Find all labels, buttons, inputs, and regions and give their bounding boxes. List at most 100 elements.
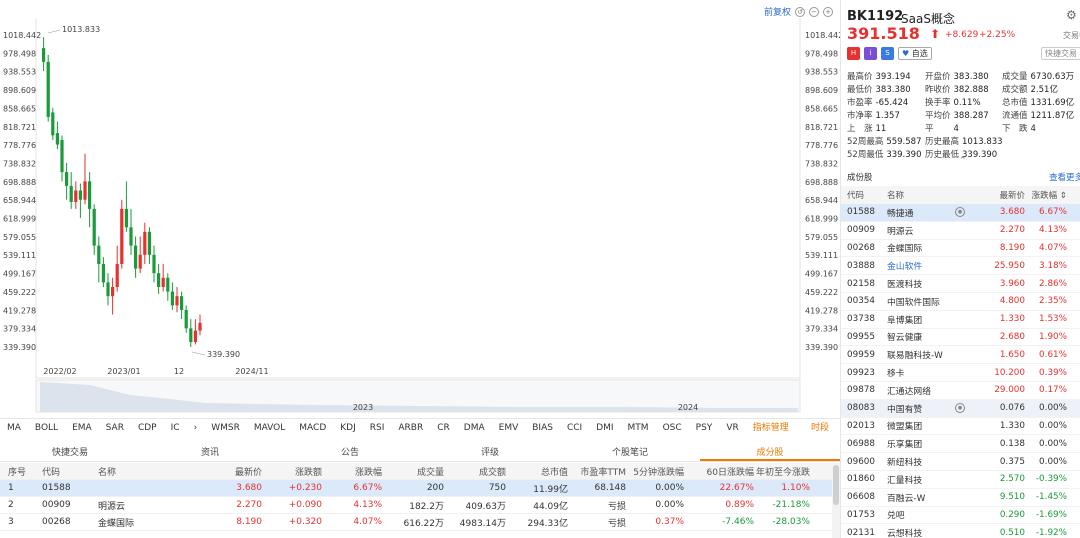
list-item[interactable]: 06608 百融云-W 9.510 -1.45% bbox=[841, 489, 1080, 507]
component-price: 0.076 bbox=[999, 403, 1025, 414]
indicator-tab-rsi[interactable]: RSI bbox=[363, 419, 392, 437]
detail-icon[interactable]: ● bbox=[955, 207, 965, 217]
list-item[interactable]: 02131 云想科技 0.510 -1.92% bbox=[841, 524, 1080, 538]
list-item[interactable]: 00268 金蝶国际 8.190 4.07% bbox=[841, 240, 1080, 258]
indicator-tab-psy[interactable]: PSY bbox=[689, 419, 720, 437]
column-header[interactable]: 成交量 bbox=[382, 465, 444, 478]
indicator-tab-ic[interactable]: IC bbox=[164, 419, 187, 437]
header-pct[interactable]: 涨跌幅 ⇕ bbox=[1025, 189, 1073, 201]
list-item[interactable]: 00354 中国软件国际 4.800 2.35% bbox=[841, 293, 1080, 311]
column-header[interactable]: 市盈率TTM bbox=[568, 465, 626, 478]
indicator-tab-sar[interactable]: SAR bbox=[99, 419, 131, 437]
list-item[interactable]: 01753 兑吧 0.290 -1.69% bbox=[841, 507, 1080, 525]
table-row[interactable]: 2 00909 明源云 2.270 +0.090 4.13% 182.2万 409.63万 44… bbox=[0, 497, 832, 514]
list-item[interactable]: 03888 金山软件 25.950 3.18% bbox=[841, 257, 1080, 276]
column-header[interactable]: 名称 bbox=[94, 465, 194, 478]
zoom-out-icon[interactable]: − bbox=[809, 6, 820, 17]
y-tick-label-left: 579.055 bbox=[3, 233, 36, 242]
list-item[interactable]: 06988 乐享集团 0.138 0.00% bbox=[841, 435, 1080, 454]
header-code[interactable]: 代码 bbox=[841, 189, 887, 201]
column-header[interactable]: 总市值 bbox=[506, 465, 568, 478]
stat-cell: 成交额 2.51亿 bbox=[1002, 83, 1080, 95]
indicator-scroll-icon[interactable]: › bbox=[187, 419, 205, 437]
restore-adjust-button[interactable]: 前复权 bbox=[764, 5, 791, 18]
stat-value: 1013.833 bbox=[962, 136, 1003, 147]
list-item[interactable]: 09923 移卡 10.200 0.39% bbox=[841, 364, 1080, 382]
bottom-tab-2[interactable]: 公告 bbox=[280, 445, 420, 461]
column-header[interactable]: 成交额 bbox=[444, 465, 506, 478]
indicator-tab-ema[interactable]: EMA bbox=[65, 419, 99, 437]
list-item[interactable]: 09600 新纽科技 0.375 0.00% bbox=[841, 453, 1080, 471]
indicator-tab-bias[interactable]: BIAS bbox=[525, 419, 560, 437]
indicator-tab-cr[interactable]: CR bbox=[430, 419, 457, 437]
list-item[interactable]: 03738 阜博集团 1.330 1.53% bbox=[841, 311, 1080, 329]
indicator-tab-ma[interactable]: MA bbox=[0, 419, 28, 437]
table-scrollbar[interactable] bbox=[832, 463, 840, 538]
table-row[interactable]: 3 00268 金蝶国际 8.190 +0.320 4.07% 616.22万 4983.14… bbox=[0, 514, 832, 531]
indicator-tab-boll[interactable]: BOLL bbox=[28, 419, 65, 437]
column-header[interactable]: 最新价 bbox=[194, 465, 262, 478]
column-header[interactable]: 年初至今涨跌 bbox=[754, 465, 814, 478]
component-name: 阜博集团 bbox=[887, 315, 923, 326]
list-item[interactable]: 09959 联易融科技-W 1.650 0.61% bbox=[841, 346, 1080, 365]
table-cell: 3.680 bbox=[236, 483, 262, 493]
share-icon[interactable]: S bbox=[881, 47, 894, 60]
gear-icon[interactable]: ⚙ bbox=[1066, 8, 1077, 22]
bottom-tab-3[interactable]: 评级 bbox=[420, 445, 560, 461]
indicator-manage-button[interactable]: 指标管理 bbox=[746, 419, 796, 437]
list-item[interactable]: 09878 汇通达网络 29.000 0.17% bbox=[841, 382, 1080, 400]
list-item[interactable]: 09955 智云健康 2.680 1.90% bbox=[841, 329, 1080, 347]
period-button[interactable]: 时段 bbox=[804, 419, 836, 437]
stat-cell bbox=[1002, 149, 1080, 159]
indicator-tab-macd[interactable]: MACD bbox=[292, 419, 333, 437]
indicator-tab-arbr[interactable]: ARBR bbox=[391, 419, 430, 437]
indicator-tab-mtm[interactable]: MTM bbox=[621, 419, 656, 437]
undo-icon[interactable]: ↺ bbox=[795, 6, 806, 17]
info-icon[interactable]: i bbox=[864, 47, 877, 60]
header-price[interactable]: 最新价 bbox=[985, 189, 1025, 201]
bottom-tab-1[interactable]: 资讯 bbox=[140, 445, 280, 461]
indicator-tab-cdp[interactable]: CDP bbox=[131, 419, 164, 437]
components-more-link[interactable]: 查看更多 bbox=[1049, 171, 1080, 183]
collapse-icon[interactable]: ⌃ bbox=[959, 156, 967, 166]
header-name[interactable]: 名称 bbox=[887, 189, 985, 201]
indicator-tab-mavol[interactable]: MAVOL bbox=[247, 419, 292, 437]
indicator-tab-emv[interactable]: EMV bbox=[492, 419, 526, 437]
component-pct: 4.13% bbox=[1039, 225, 1067, 236]
stat-cell: 总市值 1331.69亿 bbox=[1002, 96, 1080, 108]
zoom-in-icon[interactable]: + bbox=[823, 6, 834, 17]
component-code: 08083 bbox=[847, 403, 875, 414]
stat-value: 6730.63万 bbox=[1030, 71, 1075, 82]
indicator-tab-osc[interactable]: OSC bbox=[656, 419, 689, 437]
add-favorite-button[interactable]: ♥ 自选 bbox=[898, 47, 932, 60]
table-row[interactable]: 101588●3.680+0.2306.67%20075011.99亿68.14… bbox=[0, 480, 832, 497]
list-item[interactable]: 02013 微盟集团 1.330 0.00% bbox=[841, 418, 1080, 436]
column-header[interactable]: 序号 bbox=[0, 465, 38, 478]
bottom-tab-4[interactable]: 个股笔记 bbox=[560, 445, 700, 461]
bottom-tab-0[interactable]: 快捷交易 bbox=[0, 445, 140, 461]
detail-icon[interactable]: ● bbox=[955, 402, 965, 413]
indicator-tab-kdj[interactable]: KDJ bbox=[333, 419, 363, 437]
kline-chart-area[interactable]: 1018.442 1018.442 978.498 978.498 938.553 938… bbox=[0, 0, 840, 413]
bottom-tab-5[interactable]: 成分股 bbox=[700, 445, 840, 461]
candle-body bbox=[88, 181, 92, 209]
indicator-tab-wmsr[interactable]: WMSR bbox=[204, 419, 247, 437]
fast-trade-button[interactable]: 快捷交易 bbox=[1041, 47, 1080, 60]
list-item[interactable]: 01860 汇量科技 2.570 -0.39% bbox=[841, 471, 1080, 489]
component-pct: -0.39% bbox=[1035, 474, 1067, 485]
indicator-tab-vr[interactable]: VR bbox=[719, 419, 745, 437]
list-item[interactable]: 08083 中国有赞 0.076 0.00% ● bbox=[841, 399, 1080, 418]
column-header[interactable]: 涨跌额 bbox=[262, 465, 322, 478]
indicator-tab-dma[interactable]: DMA bbox=[457, 419, 492, 437]
list-item[interactable]: 00909 明源云 2.270 4.13% bbox=[841, 222, 1080, 240]
list-item[interactable]: 02158 医渡科技 3.960 2.86% bbox=[841, 275, 1080, 293]
indicator-bar: MA BOLL EMA SAR CDP IC › WMSR MAVOL MACD KDJ RSI ARB… bbox=[0, 418, 840, 436]
indicator-tab-cci[interactable]: CCI bbox=[560, 419, 589, 437]
column-header[interactable]: 涨跌幅 bbox=[322, 465, 382, 478]
list-item[interactable]: 01588 畅捷通 3.680 6.67% ● bbox=[841, 204, 1080, 222]
column-header[interactable]: 5分钟涨跌幅 bbox=[626, 465, 684, 478]
kline-chart[interactable]: 1018.442 1018.442 978.498 978.498 938.553 938… bbox=[0, 0, 840, 420]
indicator-tab-dmi[interactable]: DMI bbox=[589, 419, 620, 437]
column-header[interactable]: 60日涨跌幅 bbox=[684, 465, 754, 478]
column-header[interactable]: 代码 bbox=[38, 465, 94, 478]
